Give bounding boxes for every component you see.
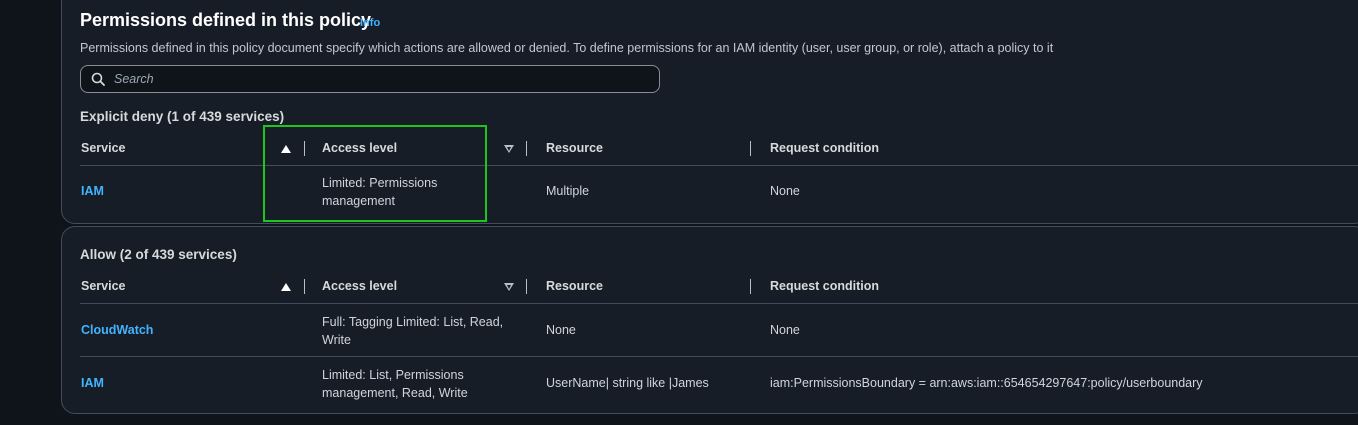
request-condition-cell: None [770, 323, 800, 337]
search-placeholder: Search [114, 72, 154, 86]
column-divider[interactable] [526, 279, 527, 294]
policy-description: Permissions defined in this policy docum… [80, 41, 1054, 55]
column-header-service[interactable]: Service [81, 141, 125, 155]
sort-descending-icon[interactable] [504, 145, 514, 153]
info-link[interactable]: Info [360, 17, 380, 29]
service-link-iam[interactable]: IAM [81, 184, 104, 198]
request-condition-cell: None [770, 184, 800, 198]
access-level-cell: Limited: List, Permissions management, R… [322, 368, 468, 400]
sort-descending-icon[interactable] [504, 283, 514, 291]
column-divider[interactable] [750, 279, 751, 294]
service-link-iam[interactable]: IAM [81, 376, 104, 390]
search-icon [91, 72, 105, 86]
column-header-service[interactable]: Service [81, 279, 125, 293]
column-divider[interactable] [526, 141, 527, 156]
search-input[interactable]: Search [80, 65, 660, 93]
column-divider[interactable] [304, 279, 305, 294]
request-condition-cell: iam:PermissionsBoundary = arn:aws:iam::6… [770, 376, 1203, 390]
column-header-resource[interactable]: Resource [546, 141, 603, 155]
allow-title: Allow (2 of 439 services) [80, 247, 237, 262]
access-level-highlight-box [263, 125, 487, 222]
column-header-resource[interactable]: Resource [546, 279, 603, 293]
row-divider [80, 356, 1358, 357]
header-divider [80, 303, 1358, 304]
column-header-request-condition[interactable]: Request condition [770, 141, 879, 155]
service-link-cloudwatch[interactable]: CloudWatch [81, 323, 153, 337]
resource-cell: None [546, 323, 576, 337]
access-level-cell: Full: Tagging Limited: List, Read, Write [322, 315, 504, 347]
explicit-deny-title: Explicit deny (1 of 439 services) [80, 109, 285, 124]
column-divider[interactable] [750, 141, 751, 156]
column-header-request-condition[interactable]: Request condition [770, 279, 879, 293]
sort-ascending-icon[interactable] [281, 283, 291, 291]
resource-cell: Multiple [546, 184, 590, 198]
resource-cell: UserName| string like |James [546, 376, 709, 390]
page-title: Permissions defined in this policy [80, 10, 372, 30]
column-header-access-level[interactable]: Access level [322, 279, 397, 293]
